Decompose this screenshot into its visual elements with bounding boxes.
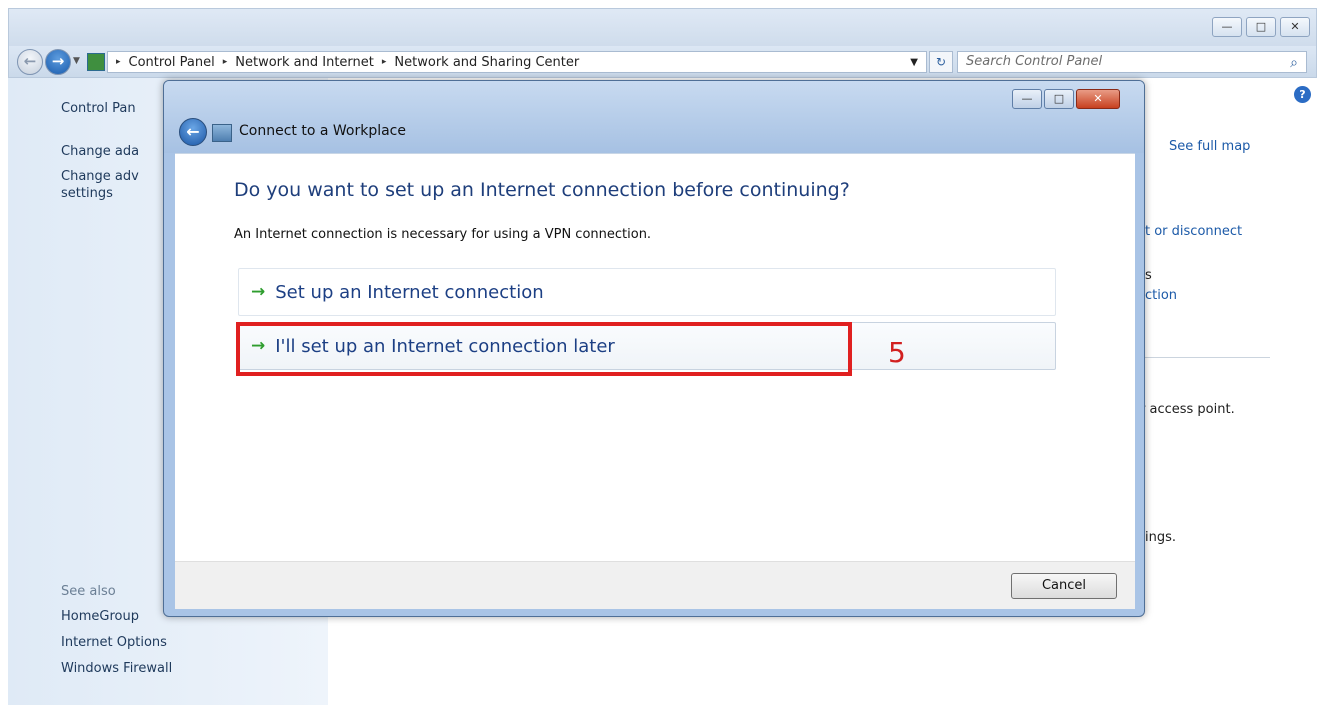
settings-text-fragment: ings. — [1145, 530, 1177, 545]
breadcrumb-control-panel[interactable]: Control Panel — [129, 55, 215, 70]
dialog-maximize-button[interactable]: □ — [1044, 89, 1074, 109]
dialog-window-controls: — □ ✕ — [1012, 89, 1120, 109]
sidebar-item-homegroup[interactable]: HomeGroup — [61, 608, 139, 625]
dialog-description: An Internet connection is necessary for … — [234, 227, 652, 242]
search-placeholder: Search Control Panel — [966, 54, 1103, 69]
minimize-icon: — — [1021, 92, 1033, 105]
back-button[interactable]: ← — [17, 49, 43, 75]
sidebar-item-change-adapter[interactable]: Change ada — [61, 143, 139, 160]
background-text-fragment: s — [1145, 268, 1152, 283]
chevron-icon: ▸ — [222, 57, 228, 67]
minimize-icon: — — [1221, 20, 1233, 33]
chevron-icon: ▸ — [116, 57, 121, 67]
cancel-button[interactable]: Cancel — [1011, 573, 1117, 599]
search-input[interactable]: Search Control Panel ⌕ — [957, 51, 1307, 73]
see-also-label: See also — [61, 584, 116, 599]
chevron-icon: ▸ — [381, 57, 387, 67]
back-arrow-icon: ← — [23, 52, 37, 70]
dialog-close-button[interactable]: ✕ — [1076, 89, 1120, 109]
sidebar-item-settings[interactable]: settings — [61, 185, 113, 202]
connect-disconnect-link[interactable]: t or disconnect — [1145, 224, 1242, 239]
recent-pages-dropdown-icon[interactable]: ▼ — [73, 56, 80, 66]
breadcrumb[interactable]: ▸ Control Panel ▸ Network and Internet ▸… — [107, 51, 927, 73]
dialog-minimize-button[interactable]: — — [1012, 89, 1042, 109]
refresh-icon: ↻ — [935, 55, 947, 69]
forward-arrow-icon: → — [51, 52, 65, 70]
breadcrumb-network-and-internet[interactable]: Network and Internet — [235, 55, 374, 70]
dialog-footer: Cancel — [175, 561, 1135, 609]
sidebar-item-windows-firewall[interactable]: Windows Firewall — [61, 660, 172, 677]
refresh-button[interactable]: ↻ — [929, 51, 953, 73]
window-controls: — □ ✕ — [1212, 17, 1310, 37]
maximize-button[interactable]: □ — [1246, 17, 1276, 37]
see-full-map-link[interactable]: See full map — [1169, 139, 1250, 154]
search-icon[interactable]: ⌕ — [1290, 53, 1298, 73]
divider — [1140, 357, 1270, 358]
option-label: Set up an Internet connection — [275, 281, 544, 303]
sidebar-item-control-panel-home[interactable]: Control Pan — [61, 100, 136, 117]
workplace-icon — [212, 124, 232, 142]
breadcrumb-network-and-sharing-center[interactable]: Network and Sharing Center — [394, 55, 579, 70]
minimize-button[interactable]: — — [1212, 17, 1242, 37]
address-bar: ← → ▼ ▸ Control Panel ▸ Network and Inte… — [8, 46, 1317, 78]
explorer-titlebar: — □ ✕ — [8, 8, 1317, 46]
dialog-title: Connect to a Workplace — [239, 123, 406, 139]
green-arrow-icon: → — [251, 282, 266, 302]
forward-button[interactable]: → — [45, 49, 71, 75]
dialog-heading: Do you want to set up an Internet connec… — [234, 179, 850, 201]
back-arrow-icon: ← — [186, 122, 200, 141]
sidebar-item-change-advanced[interactable]: Change adv — [61, 168, 139, 185]
dialog-back-button[interactable]: ← — [179, 118, 207, 146]
close-icon: ✕ — [1290, 20, 1300, 33]
sidebar-item-internet-options[interactable]: Internet Options — [61, 634, 167, 651]
address-dropdown-icon[interactable]: ▼ — [910, 57, 918, 68]
help-icon[interactable]: ? — [1294, 86, 1311, 103]
maximize-icon: □ — [1053, 92, 1065, 105]
close-icon: ✕ — [1093, 92, 1103, 105]
annotation-step-number: 5 — [888, 336, 906, 369]
option-setup-internet-connection[interactable]: → Set up an Internet connection — [238, 268, 1056, 316]
background-link-fragment[interactable]: ction — [1145, 288, 1177, 303]
annotation-highlight-box — [236, 322, 852, 376]
close-button[interactable]: ✕ — [1280, 17, 1310, 37]
maximize-icon: □ — [1255, 20, 1267, 33]
access-point-text: r access point. — [1140, 402, 1235, 417]
dialog-titlebar: — □ ✕ ← Connect to a Workplace — [164, 81, 1144, 153]
control-panel-icon — [87, 53, 105, 71]
